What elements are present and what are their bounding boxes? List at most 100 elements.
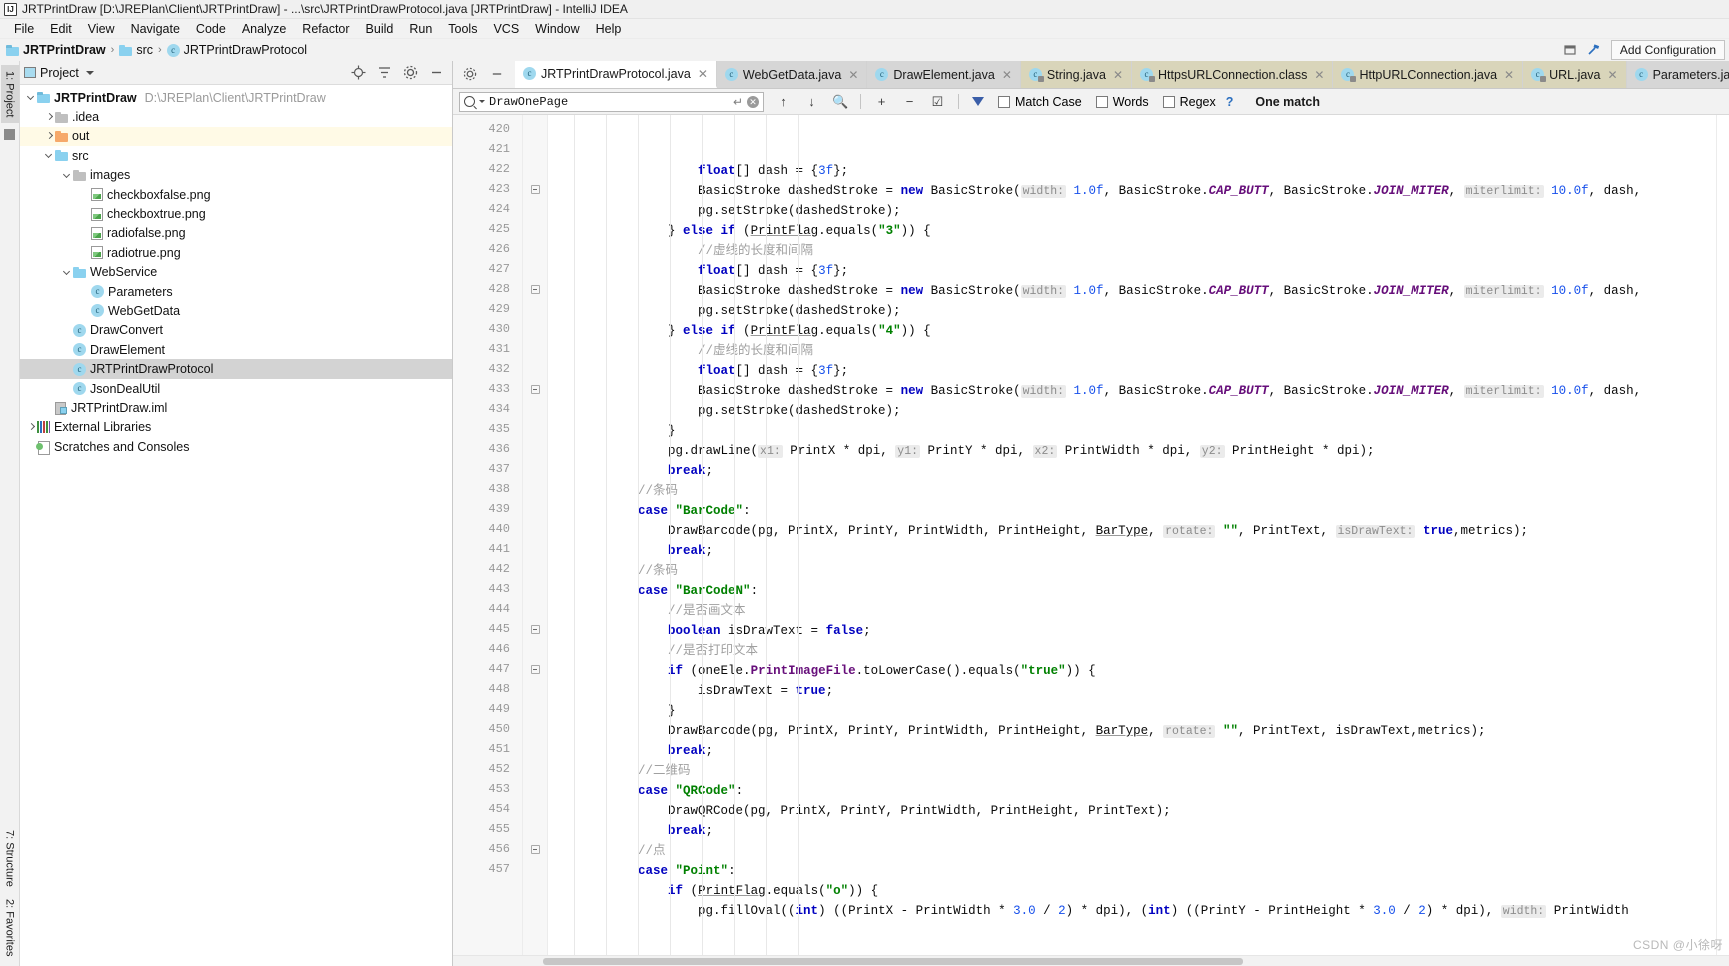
tree-item-external-libraries[interactable]: External Libraries (20, 418, 452, 437)
code-line[interactable]: case "BarCodeN": (548, 581, 1716, 601)
fold-toggle-icon[interactable] (523, 179, 547, 199)
tool-tab-structure[interactable]: 7: Structure (1, 824, 19, 893)
tree-item-radiotrue-png[interactable]: radiotrue.png (20, 243, 452, 262)
menu-navigate[interactable]: Navigate (123, 21, 188, 37)
code-line[interactable]: break; (548, 461, 1716, 481)
code-editor[interactable]: 420 421 422 423 424 425 426 427 428 429 430 431 432 4… (453, 115, 1729, 955)
breadcrumb-item-project[interactable]: JRTPrintDraw (6, 43, 106, 57)
code-line[interactable]: if (PrintFlag.equals("o")) { (548, 881, 1716, 901)
tree-item-jrtprintdrawprotocol[interactable]: c JRTPrintDrawProtocol (20, 359, 452, 379)
tree-item-jrtprintdraw-iml[interactable]: JRTPrintDraw.iml (20, 398, 452, 417)
editor-tab-strip[interactable]: c JRTPrintDrawProtocol.java ✕ c WebGetData.j… (453, 61, 1729, 89)
code-line[interactable]: BasicStroke dashedStroke = new BasicStro… (548, 181, 1716, 201)
code-line[interactable]: DrawQRCode(pg, PrintX, PrintY, PrintWidt… (548, 801, 1716, 821)
editor-tabs[interactable]: c JRTPrintDrawProtocol.java ✕ c WebGetData.j… (515, 61, 1729, 88)
chevron-down-icon[interactable] (85, 70, 94, 75)
editor-tab-parameters-java[interactable]: cParameters.java✕ (1626, 61, 1729, 88)
menu-edit[interactable]: Edit (42, 21, 80, 37)
code-line[interactable]: case "Point": (548, 861, 1716, 881)
collapse-all-icon[interactable] (377, 65, 392, 80)
code-text-area[interactable]: float[] dash = {3f}; BasicStroke dashedS… (548, 115, 1716, 955)
code-line[interactable]: } else if (PrintFlag.equals("3")) { (548, 221, 1716, 241)
tree-item-jrtprintdraw[interactable]: JRTPrintDraw D:\JREPlan\Client\JRTPrintDr… (20, 88, 452, 107)
code-line[interactable]: pg.drawLine(x1: PrintX * dpi, y1: PrintY… (548, 441, 1716, 461)
code-line[interactable]: case "QRCode": (548, 781, 1716, 801)
close-icon[interactable]: ✕ (848, 68, 858, 82)
tree-item-out[interactable]: out (20, 126, 452, 147)
chevron-right-icon[interactable] (44, 112, 55, 123)
code-line[interactable]: } (548, 701, 1716, 721)
select-all-occurrences-icon[interactable]: 🔍 (832, 94, 848, 110)
code-line[interactable]: break; (548, 821, 1716, 841)
menu-refactor[interactable]: Refactor (294, 21, 357, 37)
code-line[interactable]: DrawBarcode(pg, PrintX, PrintY, PrintWid… (548, 521, 1716, 541)
close-icon[interactable]: ✕ (1608, 68, 1618, 82)
code-line[interactable]: //是否打印文本 (548, 641, 1716, 661)
editor-tab-url-java[interactable]: c URL.java ✕ (1523, 61, 1627, 88)
code-line[interactable]: break; (548, 741, 1716, 761)
code-line[interactable]: pg.setStroke(dashedStroke); (548, 201, 1716, 221)
locate-target-icon[interactable] (351, 65, 366, 80)
menu-file[interactable]: File (6, 21, 42, 37)
tree-item-webservice[interactable]: WebService (20, 263, 452, 282)
tree-item-parameters[interactable]: c Parameters (20, 282, 452, 301)
fold-toggle-icon[interactable] (523, 279, 547, 299)
chevron-right-icon[interactable] (26, 422, 37, 433)
editor-tab-drawelement-java[interactable]: c DrawElement.java ✕ (867, 61, 1021, 88)
close-icon[interactable]: ✕ (1002, 68, 1012, 82)
tree-item-checkboxfalse-png[interactable]: checkboxfalse.png (20, 185, 452, 204)
tree-item-checkboxtrue-png[interactable]: checkboxtrue.png (20, 204, 452, 223)
code-line[interactable]: //点 (548, 841, 1716, 861)
scrollbar-thumb[interactable] (543, 958, 1243, 965)
code-line[interactable]: } (548, 421, 1716, 441)
code-line[interactable]: break; (548, 541, 1716, 561)
find-previous-icon[interactable]: ↑ (776, 94, 791, 109)
close-icon[interactable]: ✕ (698, 67, 708, 81)
find-next-icon[interactable]: ↓ (804, 94, 819, 109)
chevron-down-icon[interactable] (62, 267, 73, 278)
tree-item-src[interactable]: src (20, 146, 452, 165)
structure-small-icon[interactable] (4, 129, 15, 141)
match-case-checkbox[interactable]: Match Case (998, 95, 1082, 109)
code-line[interactable]: BasicStroke dashedStroke = new BasicStro… (548, 281, 1716, 301)
code-line[interactable]: //是否画文本 (548, 601, 1716, 621)
editor-tab-httpurlconnection-java[interactable]: c HttpURLConnection.java ✕ (1333, 61, 1524, 88)
tool-tab-favorites[interactable]: 2: Favorites (1, 893, 19, 962)
tree-item-drawelement[interactable]: c DrawElement (20, 340, 452, 359)
code-line[interactable]: float[] dash = {3f}; (548, 161, 1716, 181)
tree-item-jsondealutil[interactable]: c JsonDealUtil (20, 379, 452, 398)
fold-toggle-icon[interactable] (523, 619, 547, 639)
horizontal-scrollbar[interactable] (453, 955, 1729, 966)
code-line[interactable]: //虚线的长度和间隔 (548, 241, 1716, 261)
clear-search-icon[interactable]: ✕ (747, 95, 759, 108)
code-folding-gutter[interactable] (523, 115, 548, 955)
tool-tab-project[interactable]: 1: Project (0, 65, 19, 124)
code-line[interactable]: BasicStroke dashedStroke = new BasicStro… (548, 381, 1716, 401)
chevron-down-icon[interactable] (479, 100, 485, 103)
menu-window[interactable]: Window (527, 21, 587, 37)
minimize-window-icon[interactable] (1563, 43, 1577, 57)
code-line[interactable]: float[] dash = {3f}; (548, 361, 1716, 381)
chevron-down-icon[interactable] (62, 170, 73, 181)
code-line[interactable]: case "BarCode": (548, 501, 1716, 521)
code-line[interactable]: pg.setStroke(dashedStroke); (548, 401, 1716, 421)
code-line[interactable]: isDrawText = true; (548, 681, 1716, 701)
code-line[interactable]: DrawBarcode(pg, PrintX, PrintY, PrintWid… (548, 721, 1716, 741)
tree-item-scratches-and-consoles[interactable]: Scratches and Consoles (20, 437, 452, 456)
error-marker-stripe[interactable] (1716, 115, 1729, 955)
code-line[interactable]: } else if (PrintFlag.equals("4")) { (548, 321, 1716, 341)
tree-item-radiofalse-png[interactable]: radiofalse.png (20, 224, 452, 243)
close-icon[interactable]: ✕ (1113, 68, 1123, 82)
menu-code[interactable]: Code (188, 21, 234, 37)
menu-view[interactable]: View (80, 21, 123, 37)
filter-icon[interactable] (972, 97, 984, 106)
code-line[interactable]: boolean isDrawText = false; (548, 621, 1716, 641)
fold-toggle-icon[interactable] (523, 379, 547, 399)
code-line[interactable]: //虚线的长度和间隔 (548, 341, 1716, 361)
menu-build[interactable]: Build (358, 21, 402, 37)
search-input[interactable]: DrawOnePage ↵ ✕ (459, 91, 764, 112)
code-line[interactable]: if (oneEle.PrintImageFile.toLowerCase().… (548, 661, 1716, 681)
tree-item-webgetdata[interactable]: c WebGetData (20, 301, 452, 320)
remove-line-icon[interactable]: − (902, 94, 917, 109)
regex-help-link[interactable]: ? (1226, 95, 1234, 109)
